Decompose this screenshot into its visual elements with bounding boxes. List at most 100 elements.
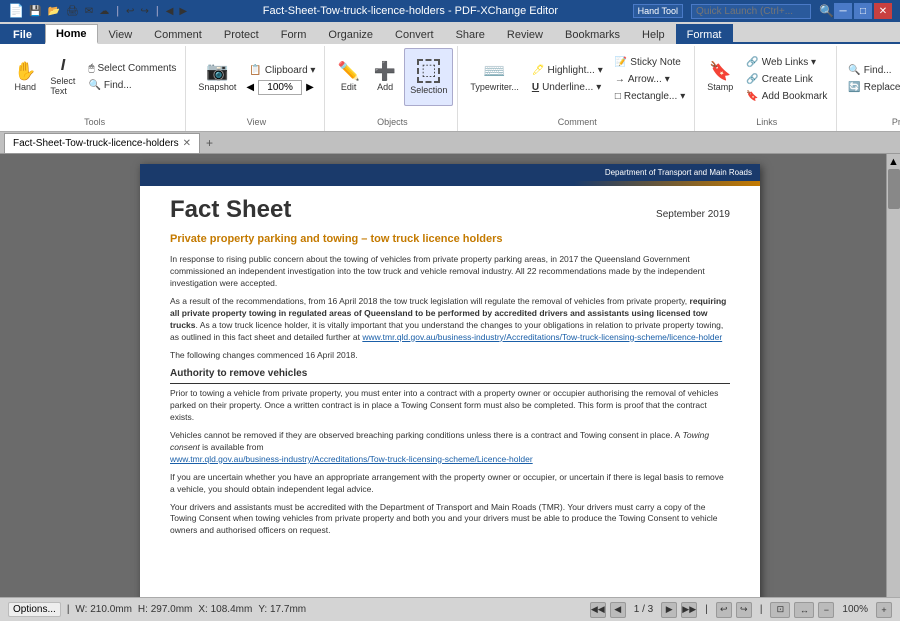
tab-protect[interactable]: Protect: [213, 24, 270, 44]
save-quick-btn[interactable]: 💾: [28, 5, 42, 18]
tab-comment[interactable]: Comment: [143, 24, 213, 44]
back-nav-btn[interactable]: ↩: [716, 602, 732, 618]
tab-convert[interactable]: Convert: [384, 24, 445, 44]
tab-form[interactable]: Form: [270, 24, 318, 44]
select-text-btn[interactable]: I SelectText: [44, 48, 81, 106]
undo-btn[interactable]: ↩: [125, 5, 135, 18]
underline-btn[interactable]: U Underline... ▾: [527, 80, 608, 95]
fit-width-btn[interactable]: ↔: [794, 602, 814, 618]
sticky-note-label: Sticky Note: [630, 57, 681, 68]
typewriter-label: Typewriter...: [470, 82, 519, 92]
hand-label: Hand: [14, 82, 36, 92]
sticky-note-btn[interactable]: 📝 Sticky Note: [610, 55, 690, 70]
highlight-icon: 🖊: [532, 65, 545, 76]
highlight-btn[interactable]: 🖊 Highlight... ▾: [527, 63, 608, 78]
tab-bookmarks[interactable]: Bookmarks: [554, 24, 631, 44]
fit-page-btn[interactable]: ⊡: [770, 602, 790, 618]
snapshot-btn[interactable]: 📷 Snapshot: [192, 48, 242, 106]
s1p2-post: is available from: [200, 442, 264, 452]
tab-organize[interactable]: Organize: [317, 24, 384, 44]
open-quick-btn[interactable]: 📂: [47, 5, 61, 18]
zoom-out-btn[interactable]: ◀: [244, 82, 256, 93]
para2-pre: As a result of the recommendations, from…: [170, 296, 687, 306]
find-icon: 🔍: [88, 80, 100, 91]
tab-share[interactable]: Share: [445, 24, 496, 44]
clipboard-btn[interactable]: 📋 Clipboard ▾: [244, 63, 320, 78]
pdf-para1: In response to rising public concern abo…: [170, 254, 730, 290]
title-bar: 📄 💾 📂 🖨 ✉ ☁ | ↩ ↪ | ◀ ▶ Fact-Sheet-Tow-t…: [0, 0, 900, 22]
arrow-dropdown[interactable]: ▾: [665, 74, 670, 85]
options-btn[interactable]: Options...: [8, 602, 61, 617]
edit-btn[interactable]: ✏️ Edit: [331, 48, 365, 106]
doc-tab-bar: Fact-Sheet-Tow-truck-licence-holders ✕ +: [0, 132, 900, 154]
section1-p2: Vehicles cannot be removed if they are o…: [170, 430, 730, 466]
doc-tab-close-btn[interactable]: ✕: [183, 138, 191, 149]
tab-format[interactable]: Format: [676, 24, 733, 44]
maximize-btn[interactable]: □: [854, 3, 872, 19]
pdf-scrollbar[interactable]: ▲: [886, 154, 900, 597]
fwd-nav-btn[interactable]: ↪: [736, 602, 752, 618]
zoom-in-btn[interactable]: ▶: [304, 82, 316, 93]
hand-tool-btn[interactable]: ✋ Hand: [8, 48, 42, 106]
tab-home[interactable]: Home: [45, 24, 98, 44]
find-btn[interactable]: 🔍 Find...: [83, 78, 181, 93]
select-comments-btn[interactable]: 🖱 Select Comments: [83, 61, 181, 76]
underline-dropdown[interactable]: ▾: [596, 82, 601, 93]
zoom-in-status-btn[interactable]: +: [876, 602, 892, 618]
select-comments-label: Select Comments: [97, 63, 176, 74]
section1-link[interactable]: www.tmr.qld.gov.au/business-industry/Acc…: [170, 454, 533, 464]
redo-btn[interactable]: ↪: [139, 5, 149, 18]
rectangle-btn[interactable]: □ Rectangle... ▾: [610, 89, 690, 104]
email-quick-btn[interactable]: ✉: [84, 5, 94, 18]
tab-review[interactable]: Review: [496, 24, 554, 44]
protect-group-label: Protect: [892, 117, 900, 129]
find-replace-icon: 🔍: [848, 65, 860, 76]
stamp-label: Stamp: [707, 82, 733, 92]
rectangle-dropdown[interactable]: ▾: [680, 91, 685, 102]
tab-view[interactable]: View: [98, 24, 144, 44]
forward-btn[interactable]: ▶: [178, 5, 188, 18]
doc-tab-active[interactable]: Fact-Sheet-Tow-truck-licence-holders ✕: [4, 133, 200, 153]
close-btn[interactable]: ✕: [874, 3, 892, 19]
add-label: Add: [377, 82, 393, 92]
quick-launch-input[interactable]: [691, 4, 811, 19]
highlight-dropdown[interactable]: ▾: [598, 65, 603, 76]
replace-icon: 🔄: [848, 82, 860, 93]
back-btn[interactable]: ◀: [165, 5, 175, 18]
comment-group-label: Comment: [558, 117, 597, 129]
zoom-out-status-btn[interactable]: −: [818, 602, 834, 618]
tab-file[interactable]: File: [0, 24, 45, 44]
pdf-viewer: Department of Transport and Main Roads F…: [0, 154, 900, 597]
last-page-btn[interactable]: ▶▶: [681, 602, 697, 618]
para2-link[interactable]: www.tmr.qld.gov.au/business-industry/Acc…: [362, 332, 722, 342]
minimize-btn[interactable]: ─: [834, 3, 852, 19]
first-page-btn[interactable]: ◀◀: [590, 602, 606, 618]
status-zoom: 100%: [838, 604, 872, 615]
status-left: Options... | W: 210.0mm H: 297.0mm X: 10…: [8, 602, 306, 617]
add-btn[interactable]: ➕ Add: [368, 48, 402, 106]
title-bar-left: 📄 💾 📂 🖨 ✉ ☁ | ↩ ↪ | ◀ ▶: [8, 3, 188, 19]
zoom-control: ◀ 100% ▶: [244, 80, 320, 95]
new-tab-btn[interactable]: +: [200, 134, 219, 152]
next-page-btn[interactable]: ▶: [661, 602, 677, 618]
links-group-label: Links: [756, 117, 777, 129]
web-links-btn[interactable]: 🔗 Web Links ▾: [741, 55, 832, 70]
pdf-scroll-thumb[interactable]: [888, 169, 900, 209]
status-sep3: |: [760, 604, 763, 615]
select-text-icon: I: [61, 58, 65, 74]
tab-help[interactable]: Help: [631, 24, 676, 44]
find-replace-btn[interactable]: 🔍 Find...: [843, 63, 900, 78]
typewriter-btn[interactable]: ⌨️ Typewriter...: [464, 48, 525, 106]
prev-page-btn[interactable]: ◀: [610, 602, 626, 618]
zoom-value[interactable]: 100%: [258, 80, 302, 95]
search-icon[interactable]: 🔍: [819, 4, 834, 18]
replace-btn[interactable]: 🔄 Replace...: [843, 80, 900, 95]
selection-btn[interactable]: ⬚ Selection: [404, 48, 453, 106]
create-link-btn[interactable]: 🔗 Create Link: [741, 72, 832, 87]
print-quick-btn[interactable]: 🖨: [65, 5, 80, 18]
add-bookmark-btn[interactable]: 🔖 Add Bookmark: [741, 89, 832, 104]
scan-quick-btn[interactable]: ☁: [98, 5, 110, 18]
arrow-btn[interactable]: → Arrow... ▾: [610, 72, 690, 87]
add-bookmark-icon: 🔖: [746, 91, 758, 102]
stamp-btn[interactable]: 🔖 Stamp: [701, 48, 739, 106]
